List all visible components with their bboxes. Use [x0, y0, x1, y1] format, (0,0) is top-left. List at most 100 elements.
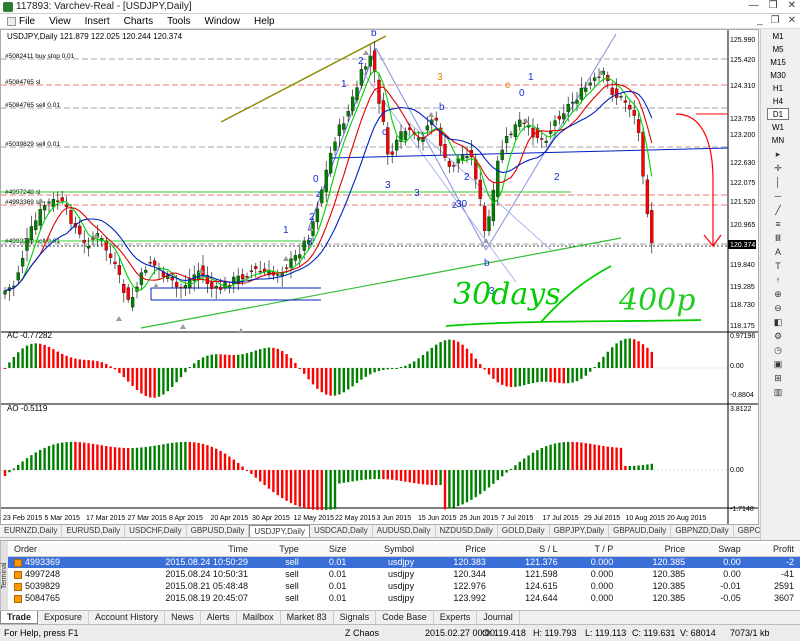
timeframe-h1[interactable]: H1 — [767, 82, 789, 94]
symbol-tab[interactable]: AUDUSD,Daily — [373, 525, 436, 537]
ac-bar — [391, 368, 394, 369]
symbol-tab[interactable]: USDJPY,Daily — [249, 525, 310, 537]
date-tick-label: 10 Aug 2015 — [626, 515, 665, 522]
symbol-tab[interactable]: NZDUSD,Daily — [436, 525, 498, 537]
settings-icon[interactable]: ⚙ — [771, 331, 785, 342]
mdi-minimize-button[interactable]: _ — [757, 15, 763, 26]
column-header[interactable]: T / P — [563, 543, 620, 557]
menu-charts[interactable]: Charts — [117, 16, 160, 27]
candle-body — [254, 266, 258, 269]
timeframe-d1[interactable]: D1 — [767, 108, 789, 120]
symbol-tab[interactable]: USDCHF,Daily — [125, 525, 187, 537]
column-header[interactable]: Swap — [691, 543, 747, 557]
channel-icon[interactable]: ≡ — [771, 219, 785, 230]
ac-bar — [417, 358, 420, 368]
symbol-tab[interactable]: GBPNZD,Daily — [671, 525, 734, 537]
mdi-restore-button[interactable]: ❐ — [771, 15, 780, 26]
timeframe-m30[interactable]: M30 — [767, 69, 789, 81]
candle-body — [3, 290, 7, 295]
cursor-icon[interactable]: ▸ — [771, 149, 785, 160]
terminal-tab[interactable]: Market 83 — [281, 611, 334, 624]
ac-bar — [646, 347, 649, 368]
symbol-tab[interactable]: GBPJPY,Daily — [550, 525, 610, 537]
symbol-tab[interactable]: EURUSD,Daily — [62, 525, 126, 537]
candle-body — [342, 123, 346, 130]
status-profile[interactable]: Z Chaos — [345, 628, 379, 638]
order-cell: usdjpy — [352, 556, 421, 568]
horizontal-line-icon[interactable]: ─ — [771, 191, 785, 202]
symbol-tab[interactable]: GBPCAD,Daily — [734, 525, 760, 537]
terminal-tab[interactable]: Mailbox — [237, 611, 281, 624]
symbol-tab[interactable]: EURNZD,Daily — [0, 525, 63, 537]
symbol-tab[interactable]: GOLD,Daily — [498, 525, 550, 537]
order-row[interactable]: 5084765 2015.08.19 20:45:07 sell 0.01 usdjpy… — [8, 592, 800, 604]
column-header[interactable]: Profit — [746, 543, 800, 557]
period-icon[interactable]: ◷ — [771, 345, 785, 356]
ac-bar — [342, 368, 345, 393]
minimize-button[interactable]: — — [749, 0, 759, 11]
column-header[interactable]: S / L — [491, 543, 564, 557]
trendline-icon[interactable]: ╱ — [771, 205, 785, 216]
grid-icon[interactable]: ⊞ — [771, 373, 785, 384]
timeframe-m5[interactable]: M5 — [767, 43, 789, 55]
column-header[interactable]: Price — [420, 543, 492, 557]
timeframe-w1[interactable]: W1 — [767, 121, 789, 133]
zoom-out-icon[interactable]: ⊖ — [771, 303, 785, 314]
terminal-tab[interactable]: Signals — [334, 611, 377, 624]
ac-bar — [487, 368, 491, 375]
menu-insert[interactable]: Insert — [78, 16, 117, 27]
mdi-close-button[interactable]: ✕ — [788, 15, 796, 26]
candle-body — [623, 100, 628, 103]
terminal-tab[interactable]: Experts — [434, 611, 478, 624]
terminal-tab[interactable]: News — [165, 611, 201, 624]
column-header[interactable]: Size — [304, 543, 353, 557]
order-row[interactable]: 4993369 2015.08.24 10:50:29 sell 0.01 usdjpy… — [8, 556, 800, 568]
terminal-tab[interactable]: Alerts — [201, 611, 237, 624]
terminal-tab[interactable]: Code Base — [376, 611, 434, 624]
terminal-tab[interactable]: Account History — [89, 611, 166, 624]
symbol-tab[interactable]: USDCAD,Daily — [310, 525, 373, 537]
order-cell: 120.385 — [652, 569, 686, 579]
close-button[interactable]: ✕ — [788, 0, 796, 11]
label-icon[interactable]: T — [771, 261, 785, 272]
maximize-button[interactable]: ❐ — [769, 0, 778, 11]
chart-window[interactable]: #5082411 buy stop 0.01 #5084765 sl #508476… — [0, 29, 759, 525]
order-row[interactable]: 5039829 2015.08.21 05:48:48 sell 0.01 usdjpy… — [8, 580, 800, 592]
timeframe-mn[interactable]: MN — [767, 134, 789, 146]
template-icon[interactable]: ▣ — [771, 359, 785, 370]
ac-bar — [131, 368, 134, 386]
column-header[interactable]: Time — [101, 543, 254, 557]
candle-body — [276, 274, 280, 276]
arrow-icon[interactable]: ↑ — [771, 275, 785, 286]
order-row[interactable]: 4997248 2015.08.24 10:50:31 sell 0.01 usdjpy… — [8, 568, 800, 580]
crosshair-icon[interactable]: ✛ — [771, 163, 785, 174]
symbol-tab[interactable]: GBPAUD,Daily — [609, 525, 672, 537]
volume-icon[interactable]: ▥ — [771, 387, 785, 398]
timeframe-m15[interactable]: M15 — [767, 56, 789, 68]
menu-help[interactable]: Help — [247, 16, 282, 27]
column-header[interactable]: Order — [8, 543, 102, 557]
terminal-tab[interactable]: Trade — [0, 611, 39, 624]
column-header[interactable]: Symbol — [352, 543, 421, 557]
terminal-tab[interactable]: Journal — [477, 611, 520, 624]
date-tick-label: 8 Apr 2015 — [169, 515, 203, 522]
chart-type-icon[interactable]: ◧ — [771, 317, 785, 328]
column-header[interactable]: Type — [253, 543, 305, 557]
date-tick-label: 5 Mar 2015 — [45, 515, 81, 522]
price-chart[interactable]: #5082411 buy stop 0.01 #5084765 sl #508476… — [1, 30, 758, 524]
menu-file[interactable]: File — [0, 16, 42, 27]
text-icon[interactable]: A — [771, 247, 785, 258]
menu-window[interactable]: Window — [197, 16, 247, 27]
zoom-in-icon[interactable]: ⊕ — [771, 289, 785, 300]
menu-tools[interactable]: Tools — [160, 16, 197, 27]
timeframe-h4[interactable]: H4 — [767, 95, 789, 107]
timeframe-m1[interactable]: M1 — [767, 30, 789, 42]
fibonacci-icon[interactable]: Ⅲ — [771, 233, 785, 244]
vertical-line-icon[interactable]: │ — [771, 177, 785, 188]
candle-body — [650, 210, 654, 244]
column-header[interactable]: Price — [619, 543, 692, 557]
terminal-tab[interactable]: Exposure — [38, 611, 90, 624]
ac-bar — [351, 368, 354, 387]
menu-view[interactable]: View — [42, 16, 78, 27]
symbol-tab[interactable]: GBPUSD,Daily — [187, 525, 250, 537]
